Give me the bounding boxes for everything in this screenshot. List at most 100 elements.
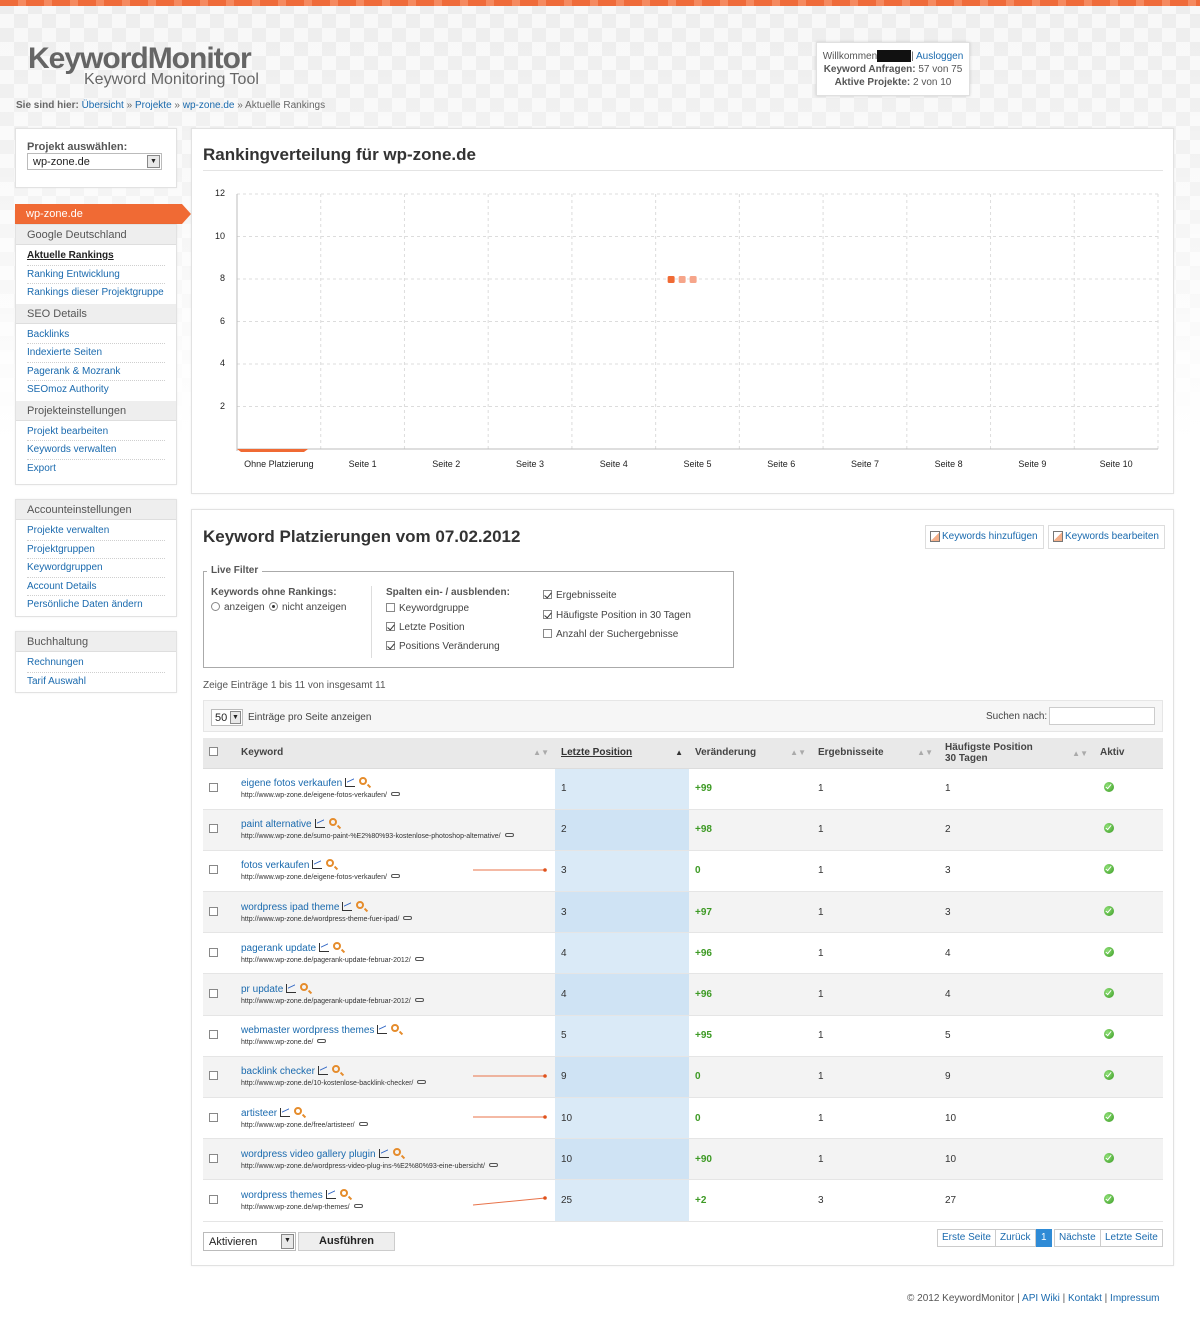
column-option-checkbox[interactable]: [543, 590, 552, 599]
chart-icon[interactable]: [317, 1066, 328, 1076]
sidebar-item-personal-data[interactable]: Persönliche Daten ändern: [27, 596, 165, 615]
search-icon[interactable]: [339, 1188, 348, 1197]
column-option[interactable]: Positions Veränderung: [386, 641, 500, 652]
keyword-link[interactable]: fotos verkaufen: [241, 860, 309, 871]
link-icon[interactable]: [414, 998, 424, 1003]
radio-show[interactable]: anzeigen: [211, 602, 265, 613]
link-icon[interactable]: [504, 833, 514, 838]
bulk-submit-button[interactable]: Ausführen: [298, 1232, 395, 1251]
row-checkbox[interactable]: [209, 865, 218, 875]
page-1-button[interactable]: 1: [1036, 1229, 1052, 1247]
chart-icon[interactable]: [325, 1189, 336, 1199]
chart-icon[interactable]: [345, 778, 356, 788]
row-checkbox[interactable]: [209, 947, 218, 957]
row-checkbox[interactable]: [209, 783, 218, 793]
active-check-icon[interactable]: [1104, 823, 1114, 834]
link-icon[interactable]: [390, 792, 400, 797]
active-check-icon[interactable]: [1104, 1152, 1114, 1163]
search-icon[interactable]: [356, 900, 365, 909]
sidebar-item-manage-projects[interactable]: Projekte verwalten: [27, 522, 165, 541]
header-select-all[interactable]: [203, 738, 235, 769]
keyword-link[interactable]: pagerank update: [241, 943, 316, 954]
header-result-page[interactable]: Ergebnisseite ▲▼: [812, 738, 939, 769]
link-icon[interactable]: [403, 915, 413, 920]
last-page-button[interactable]: Letzte Seite: [1100, 1229, 1163, 1247]
active-check-icon[interactable]: [1104, 1029, 1114, 1040]
row-checkbox[interactable]: [209, 1030, 218, 1040]
radio-hide[interactable]: nicht anzeigen: [269, 602, 347, 613]
bulk-action-select[interactable]: Aktivieren ▼: [203, 1232, 296, 1251]
link-icon[interactable]: [358, 1121, 368, 1126]
keyword-link[interactable]: wordpress themes: [241, 1190, 323, 1201]
column-option-checkbox[interactable]: [543, 610, 552, 619]
keyword-link[interactable]: eigene fotos verkaufen: [241, 778, 342, 789]
edit-keywords-button[interactable]: Keywords bearbeiten: [1048, 525, 1165, 549]
per-page-select[interactable]: 50 ▼: [211, 709, 243, 726]
active-check-icon[interactable]: [1104, 1193, 1114, 1204]
sidebar-item-keyword-groups[interactable]: Keywordgruppen: [27, 559, 165, 578]
chart-icon[interactable]: [314, 819, 325, 829]
search-icon[interactable]: [300, 983, 309, 992]
column-option[interactable]: Anzahl der Suchergebnisse: [543, 629, 678, 640]
active-check-icon[interactable]: [1104, 905, 1114, 916]
header-active[interactable]: Aktiv: [1094, 738, 1163, 769]
link-icon[interactable]: [488, 1162, 498, 1167]
active-check-icon[interactable]: [1104, 782, 1114, 793]
active-check-icon[interactable]: [1104, 1111, 1114, 1122]
chart-icon[interactable]: [280, 1107, 291, 1117]
sidebar-item-invoices[interactable]: Rechnungen: [27, 654, 165, 673]
next-page-button[interactable]: Nächste: [1054, 1229, 1101, 1247]
keyword-link[interactable]: wordpress ipad theme: [241, 902, 339, 913]
link-icon[interactable]: [317, 1039, 327, 1044]
select-all-checkbox[interactable]: [209, 747, 218, 757]
active-check-icon[interactable]: [1104, 988, 1114, 999]
active-check-icon[interactable]: [1104, 864, 1114, 875]
header-change[interactable]: Veränderung ▲▼: [689, 738, 812, 769]
keyword-link[interactable]: backlink checker: [241, 1066, 315, 1077]
link-icon[interactable]: [353, 1203, 363, 1208]
search-icon[interactable]: [333, 941, 342, 950]
sidebar-item-account-details[interactable]: Account Details: [27, 578, 165, 596]
column-option-checkbox[interactable]: [386, 641, 395, 650]
column-option[interactable]: Ergebnisseite: [543, 590, 617, 601]
row-checkbox[interactable]: [209, 1071, 218, 1081]
sidebar-item-tariff[interactable]: Tarif Auswahl: [27, 673, 165, 692]
chart-icon[interactable]: [319, 942, 330, 952]
search-icon[interactable]: [392, 1147, 401, 1156]
active-check-icon[interactable]: [1104, 1070, 1114, 1081]
column-option[interactable]: Häufigste Position in 30 Tagen: [543, 610, 691, 621]
search-icon[interactable]: [359, 777, 368, 786]
keyword-link[interactable]: artisteer: [241, 1108, 277, 1119]
header-frequent-position[interactable]: Häufigste Position 30 Tagen ▲▼: [939, 738, 1094, 769]
chart-icon[interactable]: [312, 860, 323, 870]
chart-icon[interactable]: [342, 901, 353, 911]
search-input[interactable]: [1049, 707, 1155, 725]
column-option-checkbox[interactable]: [386, 603, 395, 612]
search-icon[interactable]: [326, 859, 335, 868]
search-icon[interactable]: [331, 1065, 340, 1074]
chart-icon[interactable]: [286, 984, 297, 994]
column-option-checkbox[interactable]: [543, 629, 552, 638]
keyword-link[interactable]: webmaster wordpress themes: [241, 1025, 374, 1036]
row-checkbox[interactable]: [209, 1153, 218, 1163]
link-icon[interactable]: [390, 874, 400, 879]
keyword-link[interactable]: pr update: [241, 984, 283, 995]
chart-icon[interactable]: [378, 1148, 389, 1158]
row-checkbox[interactable]: [209, 906, 218, 916]
row-checkbox[interactable]: [209, 1112, 218, 1122]
link-icon[interactable]: [417, 1080, 427, 1085]
search-icon[interactable]: [328, 818, 337, 827]
row-checkbox[interactable]: [209, 824, 218, 834]
previous-page-button[interactable]: Zurück: [995, 1229, 1036, 1247]
footer-imprint-link[interactable]: Impressum: [1110, 1293, 1159, 1304]
search-icon[interactable]: [391, 1024, 400, 1033]
header-keyword[interactable]: Keyword ▲▼: [235, 738, 555, 769]
header-last-position[interactable]: Letzte Position ▲: [555, 738, 689, 769]
footer-contact-link[interactable]: Kontakt: [1068, 1293, 1102, 1304]
active-check-icon[interactable]: [1104, 946, 1114, 957]
column-option[interactable]: Letzte Position: [386, 622, 465, 633]
keyword-link[interactable]: paint alternative: [241, 819, 312, 830]
search-icon[interactable]: [294, 1106, 303, 1115]
column-option[interactable]: Keywordgruppe: [386, 603, 469, 614]
sidebar-item-project-groups[interactable]: Projektgruppen: [27, 541, 165, 559]
